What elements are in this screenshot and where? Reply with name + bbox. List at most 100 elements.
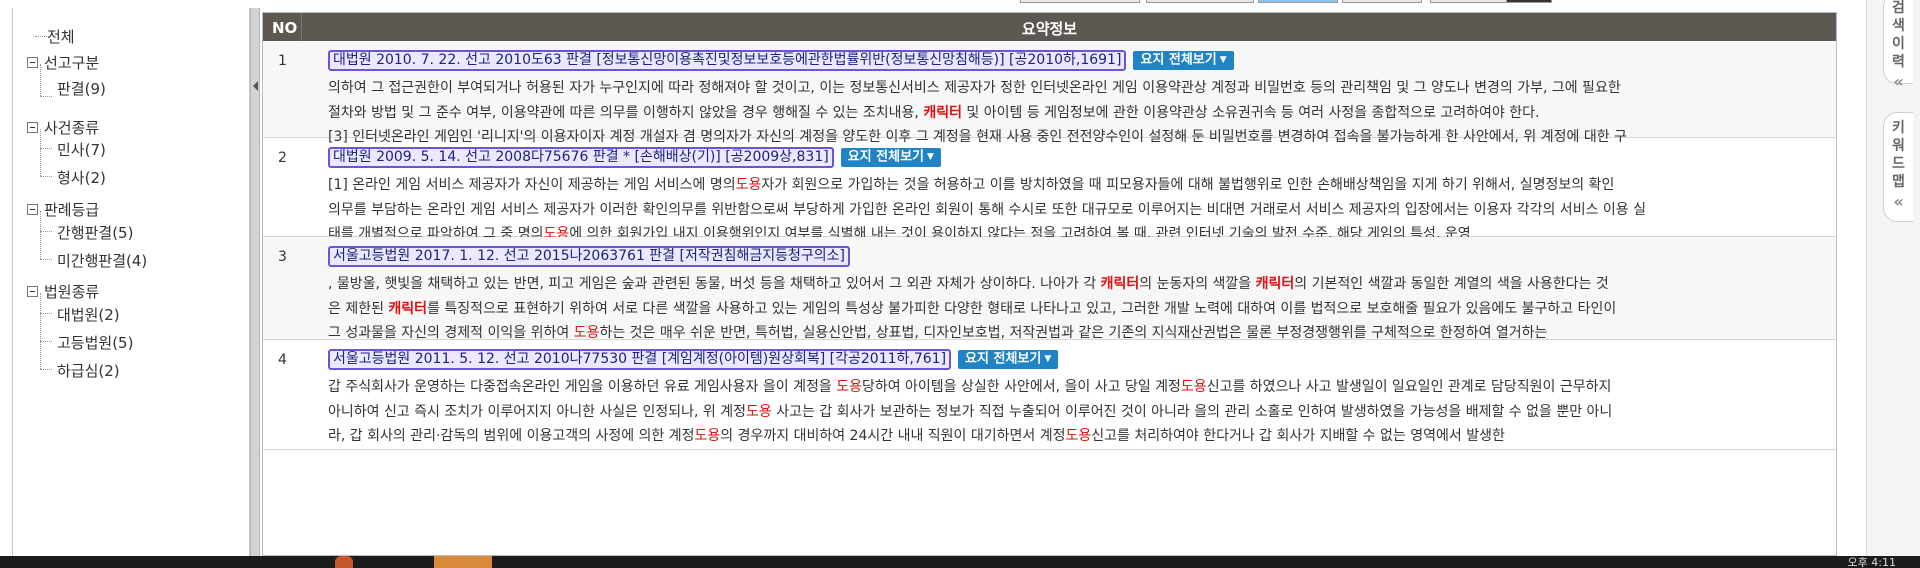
collapse-icon[interactable] [27,286,38,297]
keyword-highlight: 캐릭터 [1100,276,1140,292]
tab-search-history-label: 검색이력 [1892,0,1905,70]
summary-view-all-button[interactable]: 요지 전체보기 ▼ [1133,51,1234,70]
snippet-line: 절차와 방법 및 그 준수 여부, 이용약관에 따른 의무를 이행하지 않았을 … [328,101,1822,126]
tree-group-label: 법원종류 [44,283,100,301]
snippet-text: 사고는 갑 회사가 보관하는 정보가 직접 누출되어 이루어진 것이 아니라 을… [771,403,1613,420]
keyword-highlight: 도용 [694,428,721,444]
collapse-icon[interactable] [27,122,38,133]
tree-item-judgment[interactable]: 판결(9) [51,78,106,99]
snippet-text: 의 눈동자의 색깔을 [1139,276,1256,292]
row-number: 3 [278,249,287,265]
taskbar-app-icon[interactable] [335,556,353,568]
snippet-line: 갑 주식회사가 운영하는 다중접속온라인 게임을 이용하던 유료 게임사용자 을… [328,375,1822,400]
case-title-link[interactable]: 서울고등법원 2017. 1. 12. 선고 2015나2063761 판결 [… [328,246,850,267]
tab-search-history[interactable]: 검색이력 « [1883,0,1913,91]
snippet-text: 및 아이템 등 게임정보에 관한 이용약관상 소유권귀속 등 여러 사정을 종합… [961,104,1540,121]
top-button-2[interactable] [1146,0,1254,3]
keyword-highlight: 도용 [746,403,772,420]
tree-group-label: 사건종류 [44,119,100,137]
summary-view-all-button[interactable]: 요지 전체보기 ▼ [958,350,1059,369]
snippet-line: 의하여 그 접근권한이 부여되거나 허용된 자가 누구인지에 따라 정해져야 할… [328,76,1822,101]
summary-view-all-button[interactable]: 요지 전체보기 ▼ [840,148,941,167]
keyword-highlight: 도용 [1065,428,1092,444]
top-button-4[interactable] [1342,0,1422,3]
tree-node-all-label: 전체 [47,28,75,46]
tree-item-lower[interactable]: 하급심(2) [51,360,120,381]
snippet-text: 의하여 그 접근권한이 부여되거나 허용된 자가 누구인지에 따라 정해져야 할… [328,80,1621,96]
snippet-line: [1] 온라인 게임 서비스 제공자가 자신이 제공하는 게임 서비스에 명의도… [328,173,1822,198]
collapse-left-icon[interactable] [253,81,258,91]
tree-item-high[interactable]: 고등법원(5) [51,332,133,353]
row-number: 2 [278,150,287,166]
tab-keyword-map[interactable]: 키워드맵 « [1883,112,1913,222]
case-snippet: 갑 주식회사가 운영하는 다중접속온라인 게임을 이용하던 유료 게임사용자 을… [328,375,1822,449]
case-title-row: 대법원 2009. 5. 14. 선고 2008다75676 판결 * [손해배… [328,147,941,168]
case-snippet: [1] 온라인 게임 서비스 제공자가 자신이 제공하는 게임 서비스에 명의도… [328,173,1822,247]
tree-item-label: 간행판결(5) [57,224,134,242]
tree-item-unpublished[interactable]: 미간행판결(4) [51,250,147,271]
snippet-text: 를 특징적으로 표현하기 위하여 서로 다른 색깔을 사용하고 있는 게임의 특… [427,300,1617,317]
table-row: 3 서울고등법원 2017. 1. 12. 선고 2015나2063761 판결 … [263,237,1836,341]
table-header: NO 요약정보 [263,13,1836,41]
snippet-line: 아니하여 신고 즉시 조치가 이루어지지 아니한 사실은 인정되나, 위 계정도… [328,400,1822,425]
snippet-text: , 물방울, 햇빛을 채택하고 있는 반면, 피고 게임은 숲과 관련된 동물,… [328,276,1101,292]
collapse-icon[interactable] [27,204,38,215]
tree-item-supreme[interactable]: 대법원(2) [51,304,120,325]
case-title-row: 서울고등법원 2017. 1. 12. 선고 2015나2063761 판결 [… [328,246,850,267]
case-title-link[interactable]: 대법원 2009. 5. 14. 선고 2008다75676 판결 * [손해배… [328,147,834,168]
caret-down-icon: ▼ [1044,354,1052,365]
tree-group-sentence[interactable]: 선고구분 [27,52,99,73]
panel-splitter[interactable] [250,8,260,556]
row-number: 1 [278,53,287,69]
caret-down-icon: ▼ [927,152,934,163]
snippet-text: 의 기본적인 색깔과 동일한 계열의 색을 사용한다는 것 [1294,276,1609,292]
tree-node-all[interactable]: 전체 [41,26,75,47]
tree-item-label: 고등법원(5) [57,334,134,352]
top-button-6[interactable] [1506,0,1552,3]
table-row: 1 대법원 2010. 7. 22. 선고 2010도63 판결 [정보통신망이용… [263,41,1836,145]
snippet-text: 하는 것은 매우 쉬운 반면, 특허법, 실용신안법, 상표법, 디자인보호법,… [599,325,1548,341]
taskbar-app-icon[interactable] [434,556,492,568]
snippet-line: , 물방울, 햇빛을 채택하고 있는 반면, 피고 게임은 숲과 관련된 동물,… [328,272,1822,297]
keyword-highlight: 도용 [1180,379,1207,395]
tree-item-published[interactable]: 간행판결(5) [51,222,133,243]
expand-icon[interactable]: « [1884,73,1913,91]
snippet-line: 라, 갑 회사의 관리·감독의 범위에 이용고객의 사정에 의한 계정도용의 경… [328,424,1822,449]
case-title-row: 서울고등법원 2011. 5. 12. 선고 2010나77530 판결 [계임… [328,349,1059,370]
tree-group-grade[interactable]: 판례등급 [27,199,99,220]
snippet-text: 갑 주식회사가 운영하는 다중접속온라인 게임을 이용하던 유료 게임사용자 을… [328,379,837,395]
snippet-text: 당하여 아이템을 상실한 사안에서, 을이 사고 당일 계정 [861,379,1181,395]
snippet-text: 그 성과물을 자신의 경제적 이익을 위하여 [328,325,574,341]
collapse-icon[interactable] [27,57,38,68]
tree-item-label: 미간행판결(4) [57,252,148,270]
snippet-text: 자가 회원으로 가입하는 것을 허용하고 이를 방치하였을 때 피모용자들에 대… [761,177,1615,193]
expand-icon[interactable]: « [1884,193,1913,211]
keyword-highlight: 도용 [735,177,762,193]
taskbar-clock: 오후 4:11 [1847,556,1896,568]
case-title-link[interactable]: 대법원 2010. 7. 22. 선고 2010도63 판결 [정보통신망이용촉… [328,50,1127,71]
tree-group-case-type[interactable]: 사건종류 [27,117,99,138]
tree-item-label: 민사(7) [57,141,106,159]
case-title-link[interactable]: 서울고등법원 2011. 5. 12. 선고 2010나77530 판결 [계임… [328,349,952,370]
tree-group-court[interactable]: 법원종류 [27,281,99,302]
top-button-1[interactable] [1020,0,1140,3]
table-row: 2 대법원 2009. 5. 14. 선고 2008다75676 판결 * [손해… [263,138,1836,242]
summary-view-all-label: 요지 전체보기 [1140,52,1217,68]
column-header-summary: 요약정보 [1021,20,1078,38]
tree-group-label: 판례등급 [44,201,100,219]
top-button-5[interactable] [1430,0,1510,3]
snippet-text: 절차와 방법 및 그 준수 여부, 이용약관에 따른 의무를 이행하지 않았을 … [328,104,924,121]
top-button-3[interactable] [1258,0,1338,3]
keyword-highlight: 도용 [573,325,600,341]
caret-down-icon: ▼ [1219,55,1227,66]
snippet-text: [1] 온라인 게임 서비스 제공자가 자신이 제공하는 게임 서비스에 명의 [328,177,736,193]
snippet-text: 신고를 처리하여야 한다거나 갑 회사가 지배할 수 없는 영역에서 발생한 [1091,428,1505,444]
snippet-line: 의무를 부담하는 온라인 게임 서비스 제공자가 이러한 확인의무를 위반함으로… [328,198,1822,223]
page-root: 전체 선고구분 판결(9) 사건종류 민사(7) 형사(2) 판례등급 간행판결… [0,0,1920,568]
tree-item-criminal[interactable]: 형사(2) [51,167,106,188]
tree-item-civil[interactable]: 민사(7) [51,139,106,160]
keyword-highlight: 캐릭터 [923,104,962,121]
right-side-rail: 검색이력 « 키워드맵 « [1866,0,1920,556]
result-table: NO 요약정보 1 대법원 2010. 7. 22. 선고 2010도63 판결 … [262,12,1837,556]
snippet-text: 의무를 부담하는 온라인 게임 서비스 제공자가 이러한 확인의무를 위반함으로… [328,201,1646,218]
